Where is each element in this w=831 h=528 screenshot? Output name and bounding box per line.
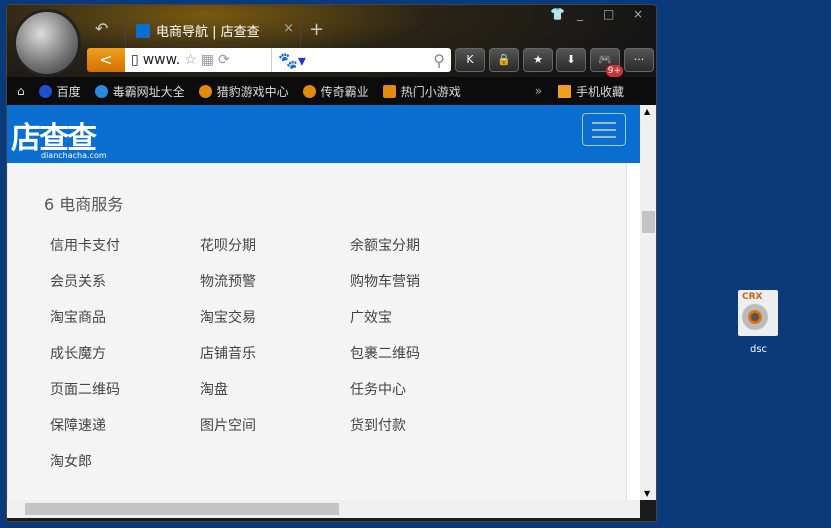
maximize-button[interactable]: □ <box>603 7 614 21</box>
service-link[interactable]: 成长魔方 <box>50 343 200 363</box>
content-panel: 6 电商服务 信用卡支付 花呗分期 余额宝分期会员关系 物流预警 购物车营销淘宝商品 淘宝… <box>7 163 627 500</box>
close-button[interactable]: × <box>633 7 643 21</box>
refresh-icon[interactable]: ⟳ <box>218 52 230 68</box>
h-scroll-thumb[interactable] <box>25 503 339 515</box>
site-header: 店查查 dianchacha.com <box>7 105 640 163</box>
site-logo[interactable]: 店查查 dianchacha.com <box>11 113 107 160</box>
service-link[interactable]: 任务中心 <box>350 379 500 399</box>
bookmark-game-center[interactable]: 猎豹游戏中心 <box>198 83 289 100</box>
service-link[interactable]: 包裹二维码 <box>350 343 500 363</box>
title-bar: ↶ 电商导航 | 店查查 × + 👕 _ □ × < ▯ www. ☆ ▦ ⟳ 🐾▾ ⚲ K… <box>7 5 656 105</box>
notification-badge: 9+ <box>605 65 623 77</box>
baidu-engine-icon[interactable]: 🐾▾ <box>278 51 306 70</box>
url-text: www. <box>142 52 181 68</box>
service-link[interactable]: 会员关系 <box>50 271 200 291</box>
bookmarks-bar: ⌂ 百度 毒霸网址大全 猎豹游戏中心 传奇霸业 热门小游戏 » 手机收藏 <box>7 77 656 105</box>
game-button[interactable]: 🎮 9+ <box>590 48 623 77</box>
service-link[interactable]: 页面二维码 <box>50 379 200 399</box>
service-link[interactable]: 货到付款 <box>350 415 500 435</box>
bookmark-chuanqi[interactable]: 传奇霸业 <box>302 83 369 100</box>
hamburger-menu-button[interactable] <box>582 113 626 146</box>
download-button[interactable]: ⬇ <box>556 48 586 72</box>
menu-button[interactable]: ··· <box>624 48 654 72</box>
site-favicon-icon <box>136 24 150 38</box>
new-tab-button[interactable]: + <box>309 19 324 40</box>
mobile-favorites[interactable]: 手机收藏 <box>558 83 624 100</box>
service-link[interactable]: 广效宝 <box>350 307 500 327</box>
back-button[interactable]: < <box>87 48 125 72</box>
tab-active[interactable]: 电商导航 | 店查查 × <box>125 13 301 46</box>
minimize-button[interactable]: _ <box>577 7 583 21</box>
service-link[interactable]: 花呗分期 <box>200 235 350 255</box>
search-icon[interactable]: ⚲ <box>433 51 445 70</box>
kingsoft-button[interactable]: K <box>455 48 485 72</box>
service-link[interactable]: 淘宝交易 <box>200 307 350 327</box>
more-bookmarks-button[interactable]: » <box>535 84 542 98</box>
tab-title: 电商导航 | 店查查 <box>156 25 260 40</box>
service-link[interactable]: 图片空间 <box>200 415 350 435</box>
undo-close-icon[interactable]: ↶ <box>95 19 108 38</box>
service-link[interactable]: 余额宝分期 <box>350 235 500 255</box>
address-bar[interactable]: ▯ www. ☆ ▦ ⟳ <box>125 48 271 72</box>
home-icon[interactable]: ⌂ <box>17 84 25 98</box>
favorite-add-icon[interactable]: ☆ <box>184 52 197 68</box>
tab-close-button[interactable]: × <box>283 21 294 36</box>
vertical-scrollbar[interactable]: ▲ ▼ <box>640 105 656 500</box>
service-link[interactable]: 物流预警 <box>200 271 350 291</box>
browser-logo-icon[interactable] <box>13 9 81 77</box>
service-link[interactable]: 店铺音乐 <box>200 343 350 363</box>
browser-window: ↶ 电商导航 | 店查查 × + 👕 _ □ × < ▯ www. ☆ ▦ ⟳ 🐾▾ ⚲ K… <box>6 4 657 522</box>
bookmark-duba[interactable]: 毒霸网址大全 <box>94 83 185 100</box>
favorites-button[interactable]: ★ <box>523 48 553 72</box>
service-link[interactable]: 购物车营销 <box>350 271 500 291</box>
section-title: 6 电商服务 <box>44 195 124 214</box>
service-link[interactable]: 信用卡支付 <box>50 235 200 255</box>
service-link[interactable]: 保障速递 <box>50 415 200 435</box>
skin-icon[interactable]: 👕 <box>550 7 565 21</box>
page-icon: ▯ <box>131 52 139 68</box>
service-list: 信用卡支付 花呗分期 余额宝分期会员关系 物流预警 购物车营销淘宝商品 淘宝交易 广效宝成长… <box>50 235 500 471</box>
service-link[interactable]: 淘宝商品 <box>50 307 200 327</box>
bookmark-mini-games[interactable]: 热门小游戏 <box>382 83 461 100</box>
scroll-thumb[interactable] <box>642 211 655 233</box>
horizontal-scrollbar[interactable] <box>7 500 640 518</box>
lock-button[interactable]: 🔒 <box>489 48 519 72</box>
desktop-file-label[interactable]: dsc <box>750 344 767 355</box>
search-box[interactable]: 🐾▾ ⚲ <box>271 48 451 72</box>
service-link[interactable]: 淘女郎 <box>50 451 200 471</box>
web-page: 店查查 dianchacha.com 6 电商服务 信用卡支付 花呗分期 余额宝分期会… <box>7 105 640 500</box>
bookmark-baidu[interactable]: 百度 <box>38 83 81 100</box>
qr-code-icon[interactable]: ▦ <box>201 52 214 68</box>
service-link[interactable]: 淘盘 <box>200 379 350 399</box>
crx-file-icon[interactable]: CRX <box>738 290 778 336</box>
